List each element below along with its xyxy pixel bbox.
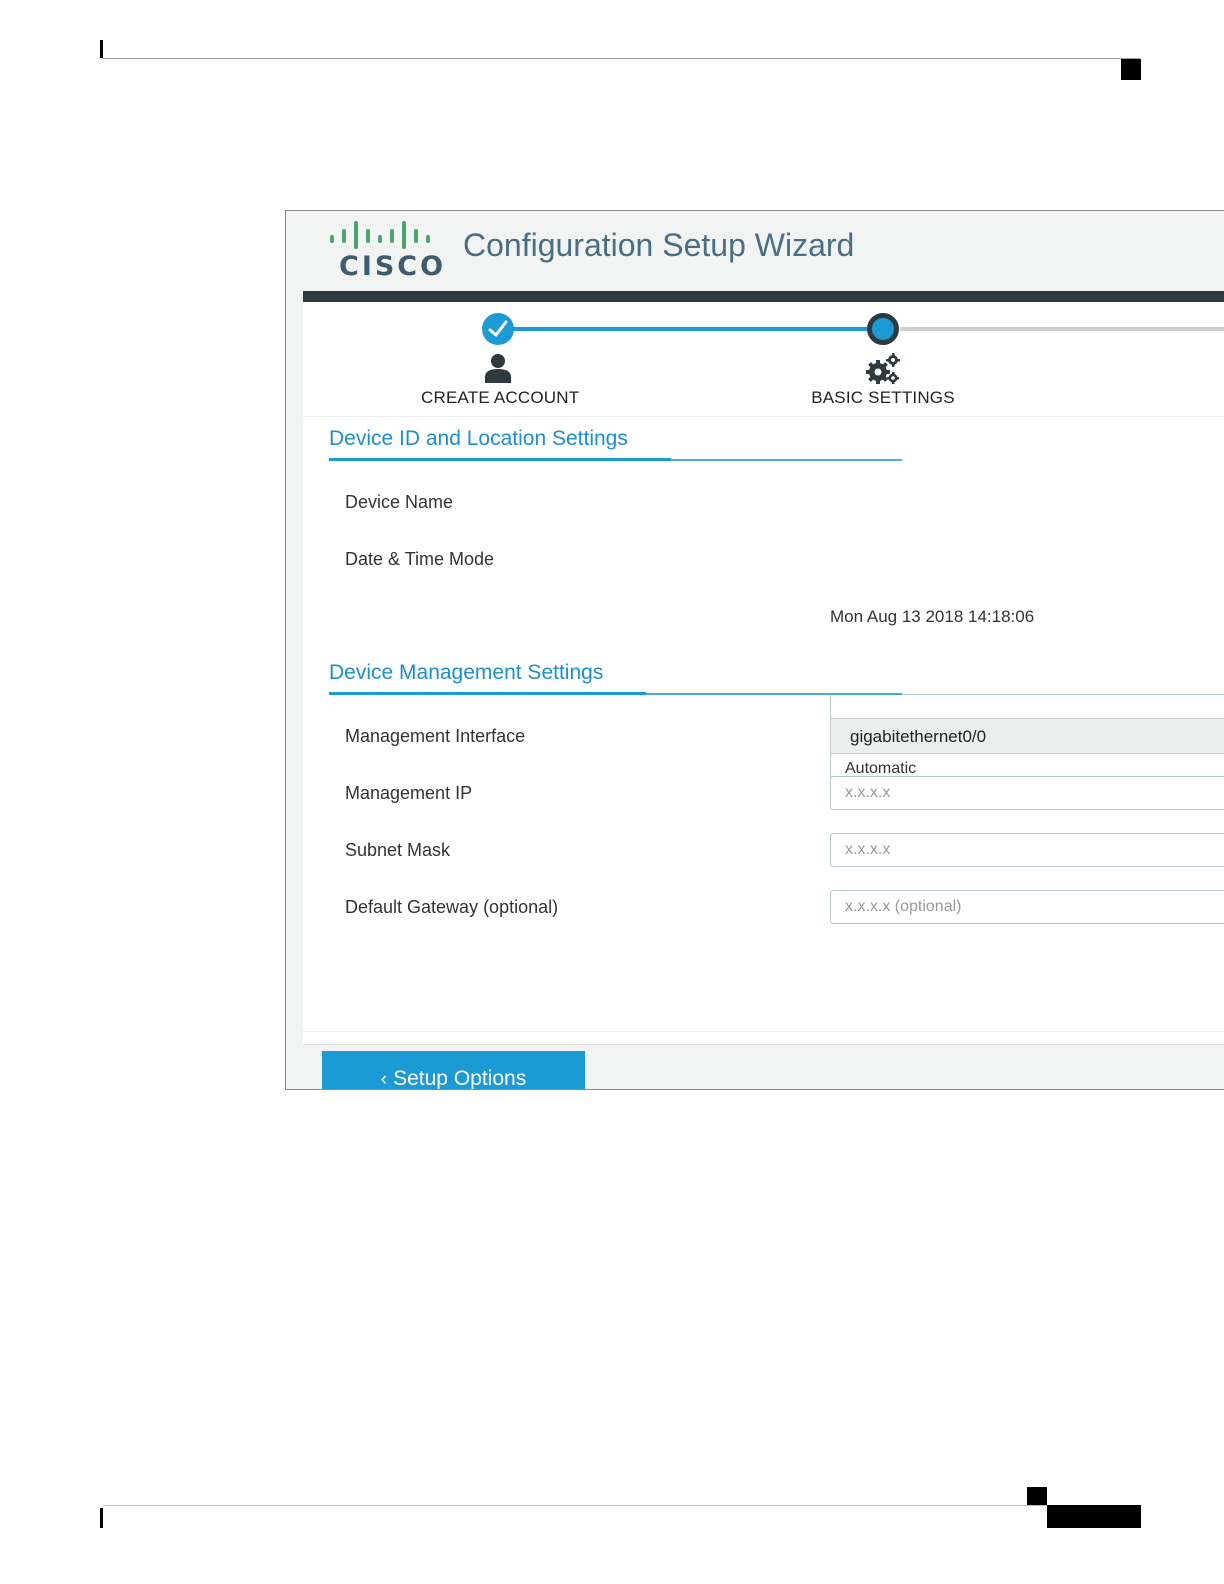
form-footer-divider xyxy=(303,1031,1224,1032)
step-create-account-checkmark-icon[interactable] xyxy=(482,313,514,345)
step-label-create-account: CREATE ACCOUNT xyxy=(421,388,580,407)
wizard-screenshot: CISCO Configuration Setup Wizard CREATE … xyxy=(285,210,1224,1090)
user-icon xyxy=(485,354,511,383)
section-underline-device-id-ext xyxy=(671,459,902,461)
header-band xyxy=(303,291,1224,302)
footer-page-tab xyxy=(1047,1505,1141,1528)
footer-corner-block-small xyxy=(1027,1487,1047,1505)
stepper-divider xyxy=(303,416,1224,417)
current-datetime: Mon Aug 13 2018 14:18:06 xyxy=(830,607,1035,626)
default-gateway-label: Default Gateway (optional) xyxy=(345,897,559,917)
cisco-logo: CISCO xyxy=(329,221,443,283)
step-basic-settings-current-icon[interactable] xyxy=(867,313,899,345)
chevron-left-icon: ‹ xyxy=(380,1069,388,1090)
section-title-device-id: Device ID and Location Settings xyxy=(329,427,628,450)
stepper-track-complete xyxy=(498,327,884,331)
management-ip-label: Management IP xyxy=(345,783,473,803)
management-ip-input[interactable] xyxy=(830,776,1224,810)
section-title-device-management: Device Management Settings xyxy=(329,661,604,684)
subnet-mask-input[interactable] xyxy=(830,833,1224,867)
gears-icon xyxy=(866,353,900,384)
header-corner-block xyxy=(1121,59,1141,80)
section-underline-management-ext xyxy=(646,693,902,695)
section-underline-device-id xyxy=(329,458,671,461)
cisco-wordmark: CISCO xyxy=(339,251,447,282)
footer-margin-mark xyxy=(100,1508,103,1528)
date-time-mode-value: Automatic xyxy=(845,760,917,777)
setup-options-label: Setup Options xyxy=(393,1067,527,1090)
step-label-basic-settings: BASIC SETTINGS xyxy=(811,388,955,407)
stepper-track-pending xyxy=(900,327,1224,331)
cisco-bars-icon xyxy=(330,221,430,249)
header-rule xyxy=(103,58,1140,59)
header-margin-mark xyxy=(100,40,103,58)
date-time-mode-label: Date & Time Mode xyxy=(345,549,495,569)
management-interface-label: Management Interface xyxy=(345,726,526,746)
section-underline-management xyxy=(329,692,646,695)
panel-bottom-edge xyxy=(303,1044,1224,1045)
setup-options-back-button[interactable]: ‹ Setup Options xyxy=(322,1051,585,1090)
wizard-panel: CREATE ACCOUNT BASIC SETTINGS Device ID … xyxy=(303,302,1224,1089)
management-interface-field: gigabitethernet0/0 xyxy=(830,718,1224,754)
footer-rule xyxy=(103,1505,1140,1506)
page-title: Configuration Setup Wizard xyxy=(463,227,855,263)
subnet-mask-label: Subnet Mask xyxy=(345,840,451,860)
default-gateway-input[interactable] xyxy=(830,890,1224,924)
device-name-label: Device Name xyxy=(345,492,454,512)
